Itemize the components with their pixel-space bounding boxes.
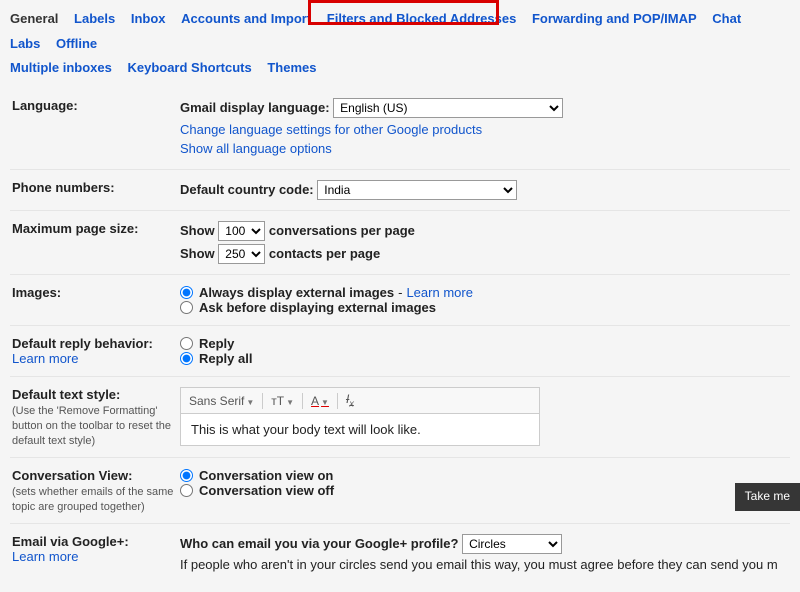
row-language: Language: Gmail display language: Englis… — [10, 88, 790, 170]
label-google-plus: Email via Google+: Learn more — [10, 534, 180, 564]
label-conversation: Conversation View: (sets whether emails … — [10, 468, 180, 513]
label-phone: Phone numbers: — [10, 180, 180, 195]
tab-labs[interactable]: Labs — [10, 32, 40, 57]
label-language: Language: — [10, 98, 180, 113]
radio-images-ask[interactable] — [180, 301, 193, 314]
link-change-language-settings[interactable]: Change language settings for other Googl… — [180, 122, 482, 137]
radio-conversation-on[interactable] — [180, 469, 193, 482]
conversations-suffix: conversations per page — [269, 223, 415, 238]
conversation-on-label: Conversation view on — [199, 468, 333, 483]
row-reply: Default reply behavior: Learn more Reply… — [10, 326, 790, 377]
tab-multiple-inboxes[interactable]: Multiple inboxes — [10, 56, 112, 81]
show-label-1: Show — [180, 223, 215, 238]
tab-accounts[interactable]: Accounts and Import — [181, 7, 311, 32]
radio-images-always[interactable] — [180, 286, 193, 299]
radio-reply-all[interactable] — [180, 352, 193, 365]
images-ask-label: Ask before displaying external images — [199, 300, 436, 315]
font-color-button[interactable]: A▼ — [311, 394, 329, 408]
settings-tabs: General Labels Inbox Accounts and Import… — [0, 0, 800, 88]
label-reply: Default reply behavior: Learn more — [10, 336, 180, 366]
conversations-per-page-select[interactable]: 100 — [218, 221, 265, 241]
tab-labels[interactable]: Labels — [74, 7, 115, 32]
remove-formatting-button[interactable]: Ix — [346, 392, 354, 408]
conversation-sub: (sets whether emails of the same topic a… — [12, 486, 173, 513]
textstyle-sub: (Use the 'Remove Formatting' button on t… — [12, 405, 171, 447]
row-images: Images: Always display external images -… — [10, 275, 790, 326]
label-textstyle: Default text style: (Use the 'Remove For… — [10, 387, 180, 447]
contacts-suffix: contacts per page — [269, 246, 380, 261]
tab-offline[interactable]: Offline — [56, 32, 97, 57]
reply-all-label: Reply all — [199, 351, 252, 366]
show-label-2: Show — [180, 246, 215, 261]
country-code-label: Default country code: — [180, 182, 314, 197]
tab-general[interactable]: General — [10, 7, 58, 32]
gmail-display-language-label: Gmail display language: — [180, 100, 330, 115]
label-images: Images: — [10, 285, 180, 300]
label-pagesize: Maximum page size: — [10, 221, 180, 236]
tab-keyboard[interactable]: Keyboard Shortcuts — [127, 56, 251, 81]
conversation-off-label: Conversation view off — [199, 483, 334, 498]
font-picker[interactable]: Sans Serif▼ — [189, 394, 254, 408]
tab-themes[interactable]: Themes — [267, 56, 316, 81]
tab-forwarding[interactable]: Forwarding and POP/IMAP — [532, 7, 697, 32]
link-images-learn-more[interactable]: Learn more — [406, 285, 472, 300]
radio-conversation-off[interactable] — [180, 484, 193, 497]
text-style-toolbar: Sans Serif▼ тT▼ A▼ Ix — [180, 387, 540, 413]
gplus-visibility-select[interactable]: Circles — [462, 534, 562, 554]
row-google-plus: Email via Google+: Learn more Who can em… — [10, 524, 790, 582]
settings-content: Language: Gmail display language: Englis… — [0, 88, 800, 592]
contacts-per-page-select[interactable]: 250 — [218, 244, 265, 264]
link-show-all-languages[interactable]: Show all language options — [180, 141, 332, 156]
tab-chat[interactable]: Chat — [712, 7, 741, 32]
link-gplus-learn-more[interactable]: Learn more — [12, 549, 78, 564]
row-pagesize: Maximum page size: Show 100 conversation… — [10, 211, 790, 275]
font-size-button[interactable]: тT▼ — [271, 394, 294, 408]
reply-label: Reply — [199, 336, 234, 351]
language-select[interactable]: English (US) — [333, 98, 563, 118]
link-reply-learn-more[interactable]: Learn more — [12, 351, 78, 366]
gplus-question: Who can email you via your Google+ profi… — [180, 536, 458, 551]
radio-reply[interactable] — [180, 337, 193, 350]
take-me-button[interactable]: Take me — [735, 483, 800, 511]
row-textstyle: Default text style: (Use the 'Remove For… — [10, 377, 790, 458]
row-conversation: Conversation View: (sets whether emails … — [10, 458, 790, 524]
images-always-label: Always display external images — [199, 285, 394, 300]
row-phone: Phone numbers: Default country code: Ind… — [10, 170, 790, 211]
tab-inbox[interactable]: Inbox — [131, 7, 166, 32]
country-code-select[interactable]: India — [317, 180, 517, 200]
tab-filters[interactable]: Filters and Blocked Addresses — [327, 7, 517, 32]
text-style-preview: This is what your body text will look li… — [180, 414, 540, 446]
gplus-note: If people who aren't in your circles sen… — [180, 557, 790, 572]
